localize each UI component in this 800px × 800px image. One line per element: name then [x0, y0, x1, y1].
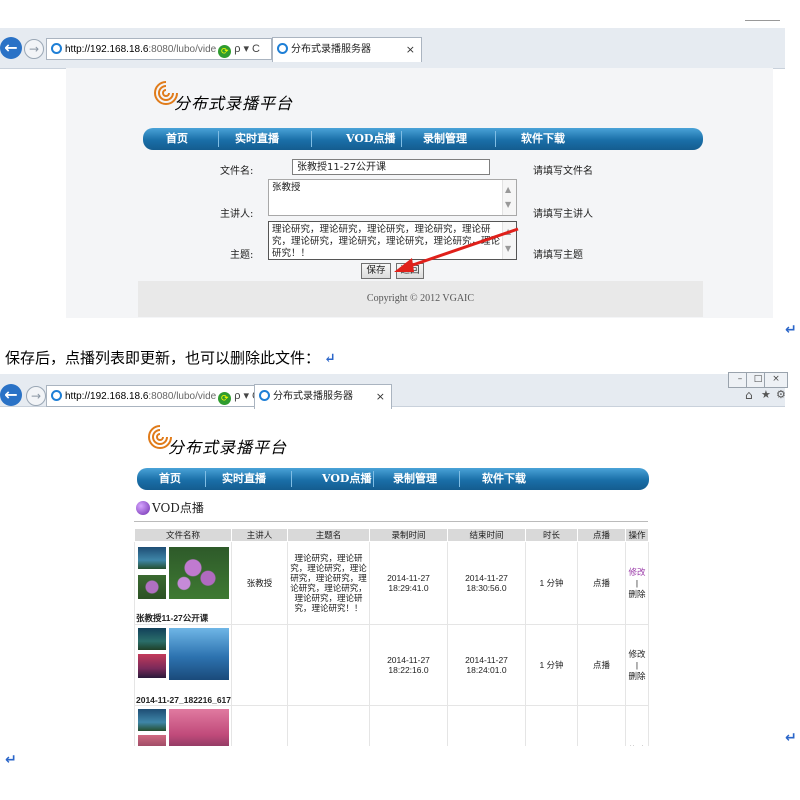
thumbnail-image[interactable]: [168, 627, 230, 681]
copyright-text: Copyright © 2012 VGAIC: [366, 293, 475, 304]
edit-link[interactable]: 修改: [627, 567, 648, 578]
table-header-row: 文件名称 主讲人 主题名 录制时间 结束时间 时长 点播 操作: [134, 528, 649, 542]
window-close-button[interactable]: ×: [764, 372, 788, 388]
ie-page-icon: [51, 390, 62, 401]
return-mark-4: ↵: [5, 752, 17, 768]
site-logo-2: 分布式录播平台: [146, 422, 296, 458]
thumbnail-image[interactable]: [137, 546, 167, 570]
doc-top-line: [745, 20, 780, 21]
column-header: 操作: [625, 528, 649, 542]
file-name-text: 2014-11-27_182216_617: [136, 695, 232, 705]
duration-cell: 1 分钟: [525, 541, 578, 625]
page-footer-1: Copyright © 2012 VGAIC: [138, 281, 703, 317]
forward-arrow-icon[interactable]: →: [26, 386, 46, 406]
back-arrow-icon[interactable]: ←: [0, 384, 22, 406]
menu-record-manage[interactable]: 录制管理: [393, 468, 437, 490]
column-header: 录制时间: [369, 528, 448, 542]
main-menu-2: 首页 实时直播 VOD点播 录制管理 软件下载: [137, 468, 649, 490]
play-link[interactable]: 点播: [577, 541, 626, 625]
play-link[interactable]: 点播: [577, 624, 626, 706]
column-header: 点播: [577, 528, 626, 542]
address-bar[interactable]: http://192.168.18.6:8080/lubo/vide⟳ρ▾C: [46, 385, 274, 407]
vod-title-text: VOD点播: [152, 501, 204, 515]
return-mark-2: ↵: [324, 351, 336, 367]
menu-vod[interactable]: VOD点播: [322, 468, 371, 490]
home-icon[interactable]: ⌂: [745, 388, 753, 402]
end-time-cell: 2014-11-27 18:30:56.0: [447, 541, 526, 625]
return-mark-3: ↵: [785, 730, 797, 746]
thumbnail-image[interactable]: [168, 546, 230, 600]
tab-title: 分布式录播服务器: [273, 391, 353, 402]
favorites-star-icon[interactable]: ★: [761, 388, 771, 401]
column-header: 文件名称: [134, 528, 232, 542]
start-time-cell: 2014-11-27 18:29:41.0: [369, 541, 448, 625]
duration-cell: 1 分钟: [525, 624, 578, 706]
doc-blank-area: [0, 746, 800, 800]
delete-link[interactable]: 删除: [627, 671, 648, 682]
menu-live[interactable]: 实时直播: [222, 468, 266, 490]
start-time-cell: 2014-11-27 18:22:16.0: [369, 624, 448, 706]
logo-text: 分布式录播平台: [168, 438, 288, 457]
thumbnail-image[interactable]: [137, 627, 167, 651]
thumbnail-image[interactable]: [137, 708, 167, 732]
browser-tab-2[interactable]: 分布式录播服务器 ×: [254, 384, 392, 409]
url-path: :8080/lubo/vide: [148, 391, 217, 402]
column-header: 主讲人: [231, 528, 288, 542]
search-icon[interactable]: ρ: [234, 390, 240, 402]
topic-cell: [287, 624, 370, 706]
op-separator: |: [635, 659, 639, 670]
paragraph-text: 保存后，点播列表即更新，也可以删除此文件：: [5, 349, 321, 367]
dropdown-arrow-icon[interactable]: ▾: [244, 390, 250, 402]
vod-title-underline: [134, 521, 648, 522]
op-separator: |: [635, 577, 639, 588]
operation-cell: 修改 | 删除: [625, 541, 649, 625]
column-header: 时长: [525, 528, 578, 542]
menu-separator: [291, 471, 292, 487]
speaker-cell: 张教授: [231, 541, 288, 625]
column-header: 主题名: [287, 528, 370, 542]
column-header: 结束时间: [447, 528, 526, 542]
gear-icon[interactable]: ⚙: [776, 388, 786, 401]
return-mark-1: ↵: [785, 322, 797, 338]
menu-separator: [459, 471, 460, 487]
doc-paragraph: 保存后，点播列表即更新，也可以删除此文件： ↵: [5, 347, 336, 368]
speaker-cell: [231, 624, 288, 706]
file-name-cell[interactable]: 2014-11-27_182216_617: [134, 624, 232, 706]
menu-download[interactable]: 软件下载: [482, 468, 526, 490]
table-row: 张教授11-27公开课 张教授 理论研究，理论研究，理论研究，理论研究，理论研究…: [134, 541, 649, 625]
operation-cell: 修改 | 删除: [625, 624, 649, 706]
menu-separator: [373, 471, 374, 487]
menu-home[interactable]: 首页: [159, 468, 181, 490]
topic-cell: 理论研究，理论研究，理论研究，理论研究，理论研究，理论研究，理论研究，理论研究，…: [287, 541, 370, 625]
compatibility-view-icon[interactable]: ⟳: [218, 392, 232, 405]
vod-table: 文件名称 主讲人 主题名 录制时间 结束时间 时长 点播 操作 张教授11-27…: [134, 528, 649, 781]
vod-section-title: VOD点播: [136, 499, 204, 516]
thumbnail-image[interactable]: [137, 653, 167, 679]
end-time-cell: 2014-11-27 18:24:01.0: [447, 624, 526, 706]
edit-link[interactable]: 修改: [627, 649, 648, 660]
tab-page-icon: [259, 390, 270, 401]
vod-globe-icon: [136, 501, 150, 515]
delete-link[interactable]: 删除: [627, 589, 648, 600]
url-host: http://192.168.18.6: [65, 391, 149, 402]
file-name-cell[interactable]: 张教授11-27公开课: [134, 541, 232, 625]
file-name-text: 张教授11-27公开课: [136, 613, 209, 623]
menu-separator: [205, 471, 206, 487]
tab-close-icon[interactable]: ×: [376, 385, 385, 409]
thumbnail-image[interactable]: [137, 574, 167, 600]
table-row: 2014-11-27_182216_617 2014-11-27 18:22:1…: [134, 624, 649, 706]
